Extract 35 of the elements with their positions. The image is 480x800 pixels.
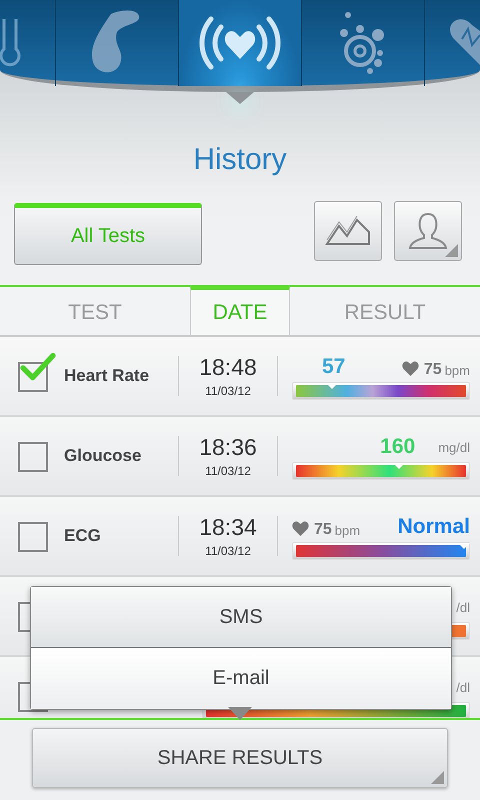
line-chart-icon bbox=[325, 216, 371, 246]
result-row[interactable]: ECG 18:34 11/03/12 75 bpm Normal bbox=[0, 497, 480, 577]
person-icon bbox=[408, 212, 448, 250]
bpm-reading: 75 bbox=[424, 360, 442, 378]
heart-icon bbox=[402, 360, 419, 376]
unit-label: bpm bbox=[334, 522, 360, 538]
test-name: Gloucose bbox=[63, 446, 142, 466]
share-button[interactable]: SHARE RESULTS bbox=[32, 728, 448, 788]
checkbox[interactable] bbox=[18, 352, 58, 392]
test-date: 11/03/12 bbox=[205, 544, 251, 558]
test-time: 18:36 bbox=[199, 434, 257, 461]
unit-label: bpm bbox=[444, 362, 470, 378]
result-value: 57 bbox=[322, 354, 346, 378]
profile-button[interactable] bbox=[394, 201, 462, 261]
heart-icon bbox=[292, 520, 309, 536]
result-row[interactable]: Gloucose 18:36 11/03/12 160 mg/dl bbox=[0, 417, 480, 497]
test-time: 18:34 bbox=[199, 514, 257, 541]
header-tab[interactable] bbox=[178, 0, 302, 86]
result-value: Normal bbox=[398, 514, 470, 538]
chart-button[interactable] bbox=[314, 201, 382, 261]
menu-item[interactable]: E-mail bbox=[31, 648, 451, 709]
unit-label: /dl bbox=[456, 680, 470, 694]
unit-label: mg/dl bbox=[438, 440, 470, 454]
test-time: 18:48 bbox=[199, 354, 257, 381]
header-tab[interactable] bbox=[0, 0, 56, 86]
page-title: History bbox=[192, 143, 288, 178]
test-name: Heart Rate bbox=[63, 366, 150, 386]
result-row[interactable]: Heart Rate 18:48 11/03/12 57 75 bpm bbox=[0, 337, 480, 417]
result-value: 160 bbox=[380, 434, 416, 458]
unit-label: /dl bbox=[456, 600, 470, 614]
test-date: 11/03/12 bbox=[205, 464, 251, 478]
test-name: ECG bbox=[63, 526, 102, 546]
bpm-reading: 75 bbox=[314, 520, 332, 538]
test-date: 11/03/12 bbox=[205, 384, 251, 398]
menu-item[interactable]: SMS bbox=[31, 587, 451, 648]
